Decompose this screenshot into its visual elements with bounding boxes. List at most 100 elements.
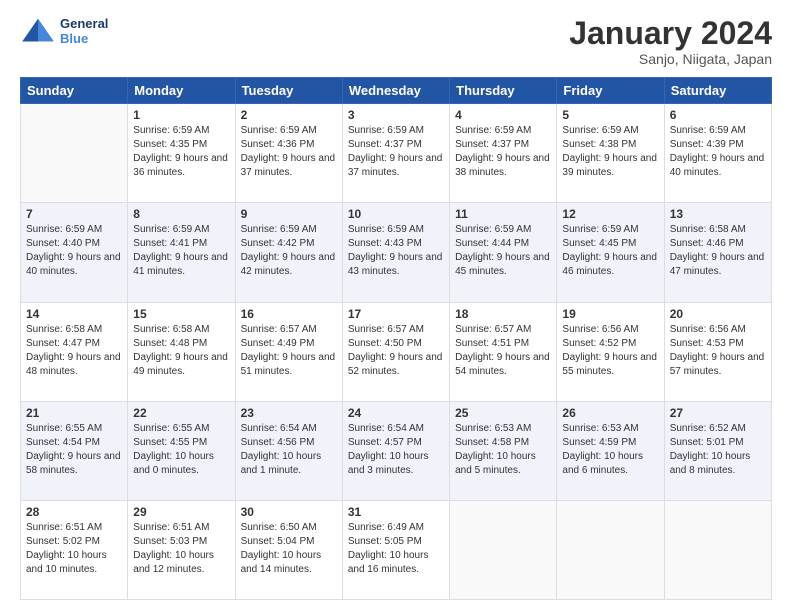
logo: General Blue [20, 16, 108, 46]
date-number: 22 [133, 406, 229, 420]
calendar-week-row: 7Sunrise: 6:59 AMSunset: 4:40 PMDaylight… [21, 203, 772, 302]
cell-info: Sunrise: 6:59 AMSunset: 4:39 PMDaylight:… [670, 124, 766, 180]
cell-info: Sunrise: 6:58 AMSunset: 4:46 PMDaylight:… [670, 223, 766, 279]
table-row: 3 Sunrise: 6:59 AMSunset: 4:37 PMDaylight… [342, 104, 449, 203]
cell-info: Sunrise: 6:54 AMSunset: 4:57 PMDaylight:… [348, 422, 444, 478]
cell-info: Sunrise: 6:57 AMSunset: 4:50 PMDaylight:… [348, 323, 444, 379]
cell-info: Sunrise: 6:59 AMSunset: 4:36 PMDaylight:… [241, 124, 337, 180]
date-number: 7 [26, 207, 122, 221]
table-row: 29Sunrise: 6:51 AMSunset: 5:03 PMDayligh… [128, 500, 235, 599]
table-row: 23 Sunrise: 6:54 AMSunset: 4:56 PMDayligh… [235, 401, 342, 500]
date-number: 2 [241, 108, 337, 122]
table-row: 28 Sunrise: 6:51 AMSunset: 5:02 PMDayligh… [21, 500, 128, 599]
cell-info: Sunrise: 6:56 AMSunset: 4:52 PMDaylight:… [562, 323, 658, 379]
cell-info: Sunrise: 6:59 AMSunset: 4:38 PMDaylight:… [562, 124, 658, 180]
cell-info: Sunrise: 6:58 AMSunset: 4:47 PMDaylight:… [26, 323, 122, 379]
cell-info: Sunrise: 6:53 AMSunset: 4:58 PMDaylight:… [455, 422, 551, 478]
cell-info: Sunrise: 6:59 AMSunset: 4:41 PMDaylight:… [133, 223, 229, 279]
date-number: 1 [133, 108, 229, 122]
calendar-week-row: 21Sunrise: 6:55 AMSunset: 4:54 PMDayligh… [21, 401, 772, 500]
cell-info: Sunrise: 6:51 AMSunset: 5:02 PMDaylight:… [26, 521, 122, 577]
date-number: 27 [670, 406, 766, 420]
cell-info: Sunrise: 6:59 AMSunset: 4:45 PMDaylight:… [562, 223, 658, 279]
table-row: 19 Sunrise: 6:56 AMSunset: 4:52 PMDayligh… [557, 302, 664, 401]
date-number: 3 [348, 108, 444, 122]
date-number: 18 [455, 307, 551, 321]
table-row: 22 Sunrise: 6:55 AMSunset: 4:55 PMDayligh… [128, 401, 235, 500]
logo-text: General Blue [60, 16, 108, 46]
table-row: 21Sunrise: 6:55 AMSunset: 4:54 PMDayligh… [21, 401, 128, 500]
table-row: 20Sunrise: 6:56 AMSunset: 4:53 PMDayligh… [664, 302, 771, 401]
cell-info: Sunrise: 6:59 AMSunset: 4:42 PMDaylight:… [241, 223, 337, 279]
date-number: 8 [133, 207, 229, 221]
table-row: 30 Sunrise: 6:50 AMSunset: 5:04 PMDayligh… [235, 500, 342, 599]
header-thursday: Thursday [450, 78, 557, 104]
cell-info: Sunrise: 6:59 AMSunset: 4:37 PMDaylight:… [455, 124, 551, 180]
table-row: 12 Sunrise: 6:59 AMSunset: 4:45 PMDayligh… [557, 203, 664, 302]
date-number: 17 [348, 307, 444, 321]
calendar-week-row: 1 Sunrise: 6:59 AMSunset: 4:35 PMDaylight… [21, 104, 772, 203]
date-number: 31 [348, 505, 444, 519]
header-sunday: Sunday [21, 78, 128, 104]
cell-info: Sunrise: 6:51 AMSunset: 5:03 PMDaylight:… [133, 521, 229, 577]
calendar-table: Sunday Monday Tuesday Wednesday Thursday… [20, 77, 772, 600]
main-title: January 2024 [569, 16, 772, 51]
date-number: 12 [562, 207, 658, 221]
table-row: 15 Sunrise: 6:58 AMSunset: 4:48 PMDayligh… [128, 302, 235, 401]
cell-info: Sunrise: 6:57 AMSunset: 4:51 PMDaylight:… [455, 323, 551, 379]
cell-info: Sunrise: 6:54 AMSunset: 4:56 PMDaylight:… [241, 422, 337, 478]
cell-info: Sunrise: 6:59 AMSunset: 4:37 PMDaylight:… [348, 124, 444, 180]
date-number: 26 [562, 406, 658, 420]
date-number: 10 [348, 207, 444, 221]
header-friday: Friday [557, 78, 664, 104]
title-block: January 2024 Sanjo, Niigata, Japan [569, 16, 772, 67]
table-row: 31Sunrise: 6:49 AMSunset: 5:05 PMDayligh… [342, 500, 449, 599]
header: General Blue January 2024 Sanjo, Niigata… [20, 16, 772, 67]
table-row: 25 Sunrise: 6:53 AMSunset: 4:58 PMDayligh… [450, 401, 557, 500]
table-row [21, 104, 128, 203]
table-row: 17 Sunrise: 6:57 AMSunset: 4:50 PMDayligh… [342, 302, 449, 401]
date-number: 11 [455, 207, 551, 221]
date-number: 16 [241, 307, 337, 321]
date-number: 28 [26, 505, 122, 519]
date-number: 19 [562, 307, 658, 321]
table-row: 6Sunrise: 6:59 AMSunset: 4:39 PMDaylight… [664, 104, 771, 203]
cell-info: Sunrise: 6:59 AMSunset: 4:44 PMDaylight:… [455, 223, 551, 279]
date-number: 9 [241, 207, 337, 221]
table-row: 13 Sunrise: 6:58 AMSunset: 4:46 PMDayligh… [664, 203, 771, 302]
table-row [450, 500, 557, 599]
table-row: 18 Sunrise: 6:57 AMSunset: 4:51 PMDayligh… [450, 302, 557, 401]
date-number: 25 [455, 406, 551, 420]
header-tuesday: Tuesday [235, 78, 342, 104]
table-row: 16 Sunrise: 6:57 AMSunset: 4:49 PMDayligh… [235, 302, 342, 401]
header-saturday: Saturday [664, 78, 771, 104]
cell-info: Sunrise: 6:57 AMSunset: 4:49 PMDaylight:… [241, 323, 337, 379]
logo-icon [20, 17, 56, 45]
cell-info: Sunrise: 6:55 AMSunset: 4:55 PMDaylight:… [133, 422, 229, 478]
calendar-header-row: Sunday Monday Tuesday Wednesday Thursday… [21, 78, 772, 104]
date-number: 15 [133, 307, 229, 321]
table-row: 4 Sunrise: 6:59 AMSunset: 4:37 PMDaylight… [450, 104, 557, 203]
date-number: 13 [670, 207, 766, 221]
table-row: 26 Sunrise: 6:53 AMSunset: 4:59 PMDayligh… [557, 401, 664, 500]
table-row: 10 Sunrise: 6:59 AMSunset: 4:43 PMDayligh… [342, 203, 449, 302]
date-number: 4 [455, 108, 551, 122]
cell-info: Sunrise: 6:52 AMSunset: 5:01 PMDaylight:… [670, 422, 766, 478]
table-row [664, 500, 771, 599]
page: General Blue January 2024 Sanjo, Niigata… [0, 0, 792, 612]
table-row: 24 Sunrise: 6:54 AMSunset: 4:57 PMDayligh… [342, 401, 449, 500]
date-number: 14 [26, 307, 122, 321]
cell-info: Sunrise: 6:59 AMSunset: 4:35 PMDaylight:… [133, 124, 229, 180]
date-number: 23 [241, 406, 337, 420]
cell-info: Sunrise: 6:50 AMSunset: 5:04 PMDaylight:… [241, 521, 337, 577]
cell-info: Sunrise: 6:53 AMSunset: 4:59 PMDaylight:… [562, 422, 658, 478]
table-row: 11 Sunrise: 6:59 AMSunset: 4:44 PMDayligh… [450, 203, 557, 302]
table-row: 7Sunrise: 6:59 AMSunset: 4:40 PMDaylight… [21, 203, 128, 302]
cell-info: Sunrise: 6:56 AMSunset: 4:53 PMDaylight:… [670, 323, 766, 379]
date-number: 24 [348, 406, 444, 420]
cell-info: Sunrise: 6:58 AMSunset: 4:48 PMDaylight:… [133, 323, 229, 379]
header-wednesday: Wednesday [342, 78, 449, 104]
date-number: 30 [241, 505, 337, 519]
cell-info: Sunrise: 6:59 AMSunset: 4:43 PMDaylight:… [348, 223, 444, 279]
table-row: 1 Sunrise: 6:59 AMSunset: 4:35 PMDaylight… [128, 104, 235, 203]
